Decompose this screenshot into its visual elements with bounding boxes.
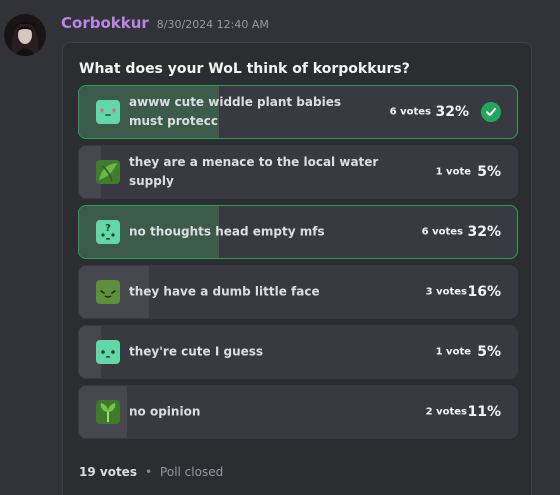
answer-text: no thoughts head empty mfs: [129, 224, 325, 239]
vote-percent: 5%: [477, 164, 501, 180]
poll-footer: 19 votes • Poll closed: [79, 465, 223, 479]
vote-count: 6 votes: [421, 226, 463, 238]
poll-answer[interactable]: ? no thoughts head empty mfs 6 votes 32%: [78, 205, 518, 259]
vote-count: 2 votes: [425, 406, 467, 418]
korpokkur-sprout-icon: [96, 400, 120, 424]
separator-dot: •: [144, 465, 153, 479]
avatar[interactable]: [4, 14, 46, 56]
vote-percent: 16%: [467, 284, 501, 300]
poll-answer[interactable]: they have a dumb little face 3 votes 16%: [78, 265, 518, 319]
korpokkur-face-icon: [96, 280, 120, 304]
answer-text: they have a dumb little face: [129, 284, 320, 299]
vote-count: 1 vote: [435, 166, 471, 178]
poll-answer[interactable]: awww cute widdle plant babies must prote…: [78, 85, 518, 139]
total-votes[interactable]: 19 votes: [79, 465, 137, 479]
svg-text:?: ?: [105, 223, 111, 234]
answer-text: no opinion: [129, 404, 201, 419]
username[interactable]: Corbokkur: [61, 14, 149, 32]
vote-percent: 32%: [435, 104, 469, 120]
poll-status: Poll closed: [160, 465, 224, 479]
check-icon: [481, 102, 501, 122]
korpokkur-question-icon: ?: [96, 220, 120, 244]
vote-count: 6 votes: [389, 106, 431, 118]
timestamp: 8/30/2024 12:40 AM: [156, 18, 269, 31]
answer-text: they are a menace to the local water sup…: [129, 155, 379, 188]
korpokkur-leaves-icon: [96, 160, 120, 184]
vote-percent: 5%: [477, 344, 501, 360]
korpokkur-cute-icon: [96, 340, 120, 364]
vote-percent: 11%: [467, 404, 501, 420]
vote-percent: 32%: [467, 224, 501, 240]
answer-text: awww cute widdle plant babies must prote…: [129, 95, 341, 128]
poll-answer[interactable]: they're cute I guess 1 vote 5%: [78, 325, 518, 379]
poll-question: What does your WoL think of korpokkurs?: [79, 61, 410, 77]
poll-answer[interactable]: no opinion 2 votes 11%: [78, 385, 518, 439]
poll: What does your WoL think of korpokkurs? …: [62, 42, 532, 495]
poll-answer[interactable]: they are a menace to the local water sup…: [78, 145, 518, 199]
korpokkur-hearts-icon: [96, 100, 120, 124]
vote-count: 3 votes: [425, 286, 467, 298]
chat-message: Corbokkur 8/30/2024 12:40 AM What does y…: [0, 0, 560, 495]
vote-count: 1 vote: [435, 346, 471, 358]
message-header: Corbokkur 8/30/2024 12:40 AM: [61, 14, 269, 32]
answer-text: they're cute I guess: [129, 344, 264, 359]
